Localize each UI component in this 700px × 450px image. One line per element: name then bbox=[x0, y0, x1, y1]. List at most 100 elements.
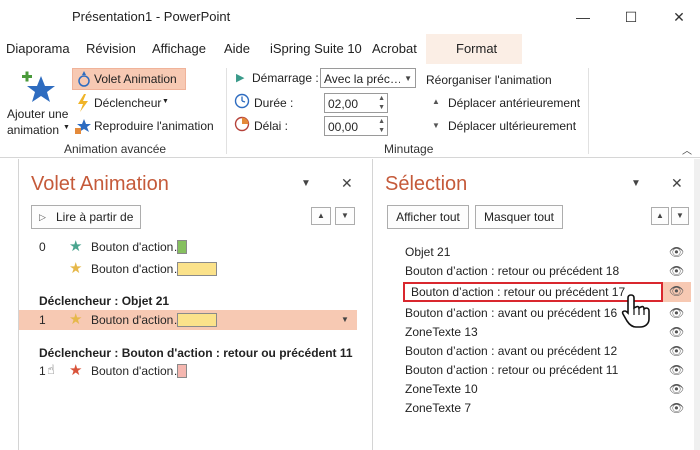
eye-icon[interactable]: 👁 bbox=[669, 325, 684, 339]
mouse-trigger-icon: ☝ bbox=[47, 362, 55, 377]
pane-close-icon[interactable]: ✕ bbox=[671, 175, 683, 192]
eye-icon[interactable]: 👁 bbox=[669, 264, 684, 278]
ribbon-separator bbox=[226, 68, 227, 154]
selection-pane-title: Sélection bbox=[385, 173, 468, 195]
tab-format-label: Format bbox=[456, 41, 498, 56]
add-animation-label-2: animation bbox=[7, 123, 60, 137]
duration-label: Durée : bbox=[254, 96, 294, 110]
eye-icon[interactable]: 👁 bbox=[669, 363, 684, 377]
timing-bar bbox=[177, 262, 217, 276]
star-icon: ★ bbox=[69, 238, 83, 255]
group-label-advanced: Animation avancée bbox=[64, 142, 167, 156]
delay-label: Délai : bbox=[254, 119, 289, 133]
animation-pane-title: Volet Animation bbox=[31, 173, 169, 195]
maximize-button[interactable]: ☐ bbox=[608, 4, 654, 30]
animation-row[interactable]: ★ Bouton d'action… bbox=[19, 259, 359, 279]
animation-number: 0 bbox=[39, 240, 46, 254]
tab-format[interactable]: Format bbox=[426, 34, 522, 64]
animation-row[interactable]: 1 ☝ ★ Bouton d'action… bbox=[19, 361, 359, 381]
eye-icon[interactable]: 👁 bbox=[669, 284, 684, 298]
start-play-icon: ▶ bbox=[236, 72, 245, 84]
selection-item[interactable]: ZoneTexte 10 bbox=[405, 382, 478, 396]
eye-icon[interactable]: 👁 bbox=[669, 306, 684, 320]
close-button[interactable]: ✕ bbox=[656, 4, 700, 30]
eye-icon[interactable]: 👁 bbox=[669, 401, 684, 415]
tab-affichage[interactable]: Affichage bbox=[152, 41, 206, 56]
move-up-button[interactable]: ▲ bbox=[311, 207, 331, 225]
ribbon: Ajouter une animation ▼ Volet Animation … bbox=[0, 64, 700, 158]
animation-pane-icon bbox=[78, 71, 90, 87]
move-earlier-label: Déplacer antérieurement bbox=[448, 96, 581, 110]
tab-diaporama[interactable]: Diaporama bbox=[6, 41, 70, 56]
star-icon: ★ bbox=[69, 362, 83, 379]
delay-spinner[interactable]: 00,00 ▲ ▼ bbox=[324, 116, 388, 136]
add-animation-icon bbox=[22, 71, 55, 102]
animation-label: Bouton d'action… bbox=[91, 240, 186, 254]
triangle-down-icon: ▼ bbox=[432, 121, 440, 130]
ribbon-separator bbox=[588, 68, 589, 154]
tab-aide[interactable]: Aide bbox=[224, 41, 250, 56]
window-title: Présentation1 - PowerPoint bbox=[72, 9, 231, 24]
pane-options-chevron-icon[interactable]: ▼ bbox=[301, 178, 311, 189]
selection-item[interactable]: Bouton d’action : retour ou précédent 18 bbox=[405, 264, 619, 278]
selection-item[interactable]: Bouton d’action : avant ou précédent 12 bbox=[405, 344, 617, 358]
hide-all-button[interactable]: Masquer tout bbox=[475, 205, 563, 229]
play-from-label: Lire à partir de bbox=[56, 210, 134, 224]
selection-item[interactable]: ZoneTexte 7 bbox=[405, 401, 471, 415]
trigger-header: Déclencheur : Bouton d'action : retour o… bbox=[39, 346, 353, 360]
row-chevron-down-icon[interactable]: ▼ bbox=[341, 315, 349, 324]
pane-close-icon[interactable]: ✕ bbox=[341, 175, 353, 192]
selection-item[interactable]: Objet 21 bbox=[405, 245, 450, 259]
eye-icon[interactable]: 👁 bbox=[669, 245, 684, 259]
delay-down-icon[interactable]: ▼ bbox=[378, 127, 385, 135]
group-label-timing: Minutage bbox=[384, 142, 434, 156]
animation-pane: Volet Animation ▼ ✕ ▷ Lire à partir de ▲… bbox=[18, 159, 370, 450]
trigger-chevron-icon: ▼ bbox=[162, 98, 169, 105]
start-label: Démarrage : bbox=[252, 71, 319, 85]
trigger-label: Déclencheur bbox=[94, 96, 162, 110]
animation-painter-label: Reproduire l'animation bbox=[94, 119, 214, 133]
animation-label: Bouton d'action… bbox=[91, 313, 186, 327]
play-from-button[interactable]: ▷ Lire à partir de bbox=[31, 205, 141, 229]
delay-icon bbox=[234, 116, 250, 132]
star-icon: ★ bbox=[69, 260, 83, 277]
minimize-button[interactable]: — bbox=[560, 4, 606, 30]
selection-pane: Sélection ▼ ✕ Afficher tout Masquer tout… bbox=[372, 159, 700, 450]
duration-down-icon[interactable]: ▼ bbox=[378, 104, 385, 112]
send-backward-button[interactable]: ▼ bbox=[671, 207, 689, 225]
lightning-icon bbox=[78, 94, 88, 112]
tab-ispring[interactable]: iSpring Suite 10 bbox=[270, 41, 362, 56]
play-icon: ▷ bbox=[39, 212, 46, 222]
selection-item[interactable]: Bouton d’action : retour ou précédent 11 bbox=[405, 363, 618, 377]
trigger-header: Déclencheur : Objet 21 bbox=[39, 294, 170, 308]
selection-item[interactable]: ZoneTexte 13 bbox=[405, 325, 478, 339]
start-dropdown[interactable]: Avec la préc… ▼ bbox=[320, 68, 416, 88]
duration-up-icon[interactable]: ▲ bbox=[378, 95, 385, 103]
duration-value: 02,00 bbox=[328, 97, 359, 111]
show-all-button[interactable]: Afficher tout bbox=[387, 205, 469, 229]
animation-number: 1 bbox=[39, 364, 46, 378]
animation-label: Bouton d'action… bbox=[91, 364, 186, 378]
add-animation-chevron-icon: ▼ bbox=[63, 124, 70, 131]
bring-forward-button[interactable]: ▲ bbox=[651, 207, 669, 225]
add-animation-label-1: Ajouter une bbox=[7, 107, 69, 121]
animation-number: 1 bbox=[39, 313, 46, 327]
animation-pane-button[interactable]: Volet Animation bbox=[72, 68, 186, 90]
animation-label: Bouton d'action… bbox=[91, 262, 186, 276]
eye-icon[interactable]: 👁 bbox=[669, 382, 684, 396]
duration-spinner[interactable]: 02,00 ▲ ▼ bbox=[324, 93, 388, 113]
pane-options-chevron-icon[interactable]: ▼ bbox=[631, 178, 641, 189]
tab-revision[interactable]: Révision bbox=[86, 41, 136, 56]
tab-acrobat[interactable]: Acrobat bbox=[372, 41, 417, 56]
eye-icon[interactable]: 👁 bbox=[669, 344, 684, 358]
star-icon: ★ bbox=[69, 311, 83, 328]
delay-up-icon[interactable]: ▲ bbox=[378, 118, 385, 126]
selection-item[interactable]: Bouton d’action : avant ou précédent 16 bbox=[405, 306, 617, 320]
move-later-label: Déplacer ultérieurement bbox=[448, 119, 577, 133]
scrollbar[interactable] bbox=[694, 159, 700, 450]
move-down-button[interactable]: ▼ bbox=[335, 207, 355, 225]
animation-row-selected[interactable]: 1 ★ Bouton d'action… ▼ bbox=[19, 310, 357, 330]
animation-row[interactable]: 0 ★ Bouton d'action… bbox=[19, 237, 359, 257]
triangle-up-icon: ▲ bbox=[432, 97, 440, 106]
collapse-ribbon-icon[interactable]: ︿ bbox=[682, 142, 692, 157]
